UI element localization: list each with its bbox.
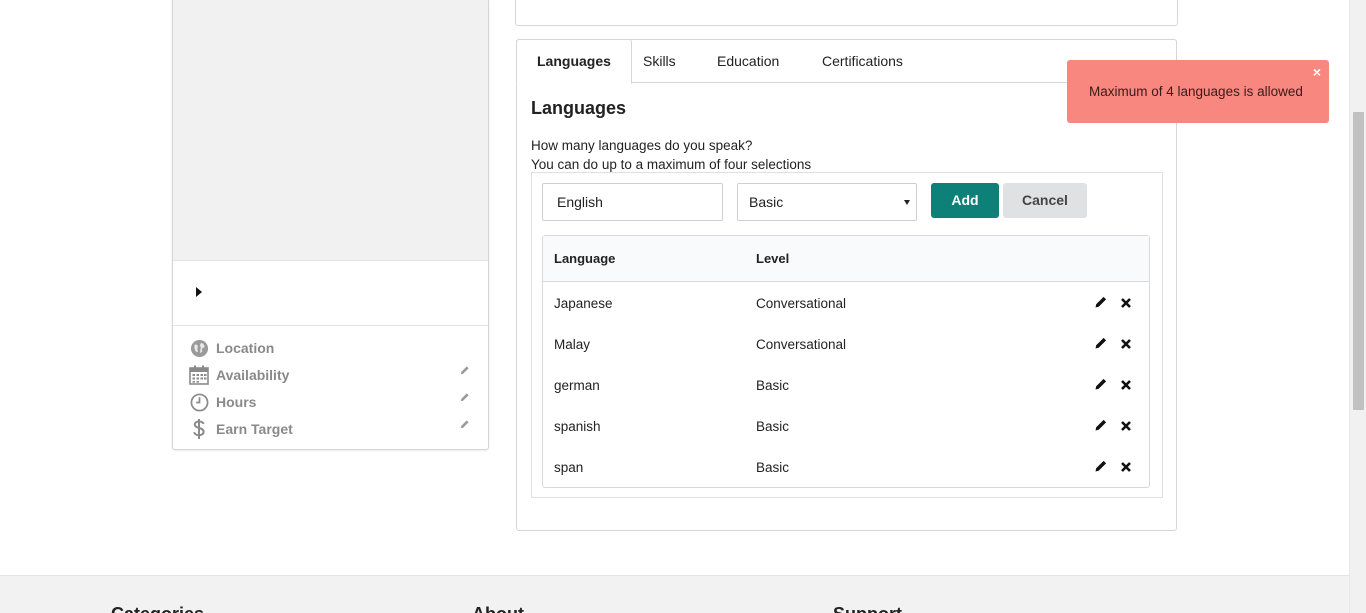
globe-icon <box>189 338 209 358</box>
table-header: Language Level <box>543 236 1149 282</box>
profile-item-label: Availability <box>216 367 290 383</box>
row-level: Conversational <box>756 337 847 352</box>
level-select[interactable]: Basic <box>737 183 917 221</box>
tab-skills[interactable]: Skills <box>623 40 696 83</box>
dropdown-arrow-icon <box>904 200 910 205</box>
profile-item-location: Location <box>189 336 473 360</box>
language-input[interactable] <box>542 183 723 221</box>
profile-item-earn-target: Earn Target <box>189 417 473 441</box>
delete-icon[interactable] <box>1120 296 1132 308</box>
scrollbar-thumb[interactable] <box>1353 112 1364 410</box>
pencil-icon[interactable] <box>459 365 473 379</box>
close-icon[interactable]: × <box>1313 65 1321 79</box>
caret-right-icon[interactable] <box>196 287 202 297</box>
row-level: Basic <box>756 460 790 475</box>
delete-icon[interactable] <box>1120 378 1132 390</box>
calendar-icon <box>189 365 209 385</box>
row-language: Malay <box>554 337 591 352</box>
profile-item-label: Location <box>216 340 275 356</box>
vertical-scrollbar[interactable] <box>1349 0 1366 613</box>
clock-icon <box>189 392 209 412</box>
pencil-icon[interactable] <box>459 419 473 433</box>
delete-icon[interactable] <box>1120 337 1132 349</box>
section-title: Languages <box>531 98 627 118</box>
row-level: Basic <box>756 419 790 434</box>
table-row: spanish Basic <box>543 406 1149 447</box>
previous-section-box <box>515 0 1178 26</box>
cancel-button[interactable]: Cancel <box>1003 183 1087 218</box>
level-select-value: Basic <box>749 194 784 210</box>
profile-card: Location Availability Hours Earn Target <box>172 0 489 450</box>
dollar-icon <box>189 419 209 439</box>
column-header-language: Language <box>554 251 616 266</box>
error-toast: Maximum of 4 languages is allowed × <box>1067 60 1329 123</box>
pencil-icon[interactable] <box>1094 295 1108 309</box>
pencil-icon[interactable] <box>1094 418 1108 432</box>
toast-message: Maximum of 4 languages is allowed <box>1089 84 1303 99</box>
row-language: spanish <box>554 419 601 434</box>
pencil-icon[interactable] <box>1094 336 1108 350</box>
profile-item-label: Earn Target <box>216 421 293 437</box>
table-row: Japanese Conversational <box>543 283 1149 324</box>
table-row: german Basic <box>543 365 1149 406</box>
column-header-level: Level <box>756 251 790 266</box>
footer-heading-categories: Categories <box>111 604 204 613</box>
footer-heading-support: Support <box>833 604 902 613</box>
profile-expand-toggle[interactable] <box>173 261 488 326</box>
tab-certifications[interactable]: Certifications <box>802 40 923 83</box>
add-button[interactable]: Add <box>931 183 999 218</box>
row-language: Japanese <box>554 296 613 311</box>
page-footer: Categories About Support <box>0 575 1350 613</box>
row-level: Conversational <box>756 296 847 311</box>
languages-form: Basic Add Cancel Language Level Japanese… <box>531 172 1163 498</box>
languages-table: Language Level Japanese Conversational M… <box>542 235 1150 488</box>
row-level: Basic <box>756 378 790 393</box>
row-language: span <box>554 460 584 475</box>
pencil-icon[interactable] <box>1094 459 1108 473</box>
pencil-icon[interactable] <box>1094 377 1108 391</box>
row-language: german <box>554 378 600 393</box>
tab-education[interactable]: Education <box>697 40 799 83</box>
footer-heading-about: About <box>472 604 524 613</box>
delete-icon[interactable] <box>1120 419 1132 431</box>
profile-item-availability: Availability <box>189 363 473 387</box>
question-line-1: How many languages do you speak? <box>531 138 753 153</box>
pencil-icon[interactable] <box>459 392 473 406</box>
tab-languages[interactable]: Languages <box>516 39 632 84</box>
languages-question: How many languages do you speak? You can… <box>531 136 811 174</box>
table-row: span Basic <box>543 447 1149 488</box>
profile-photo-placeholder <box>173 0 488 261</box>
delete-icon[interactable] <box>1120 460 1132 472</box>
profile-item-label: Hours <box>216 394 257 410</box>
profile-item-hours: Hours <box>189 390 473 414</box>
table-row: Malay Conversational <box>543 324 1149 365</box>
